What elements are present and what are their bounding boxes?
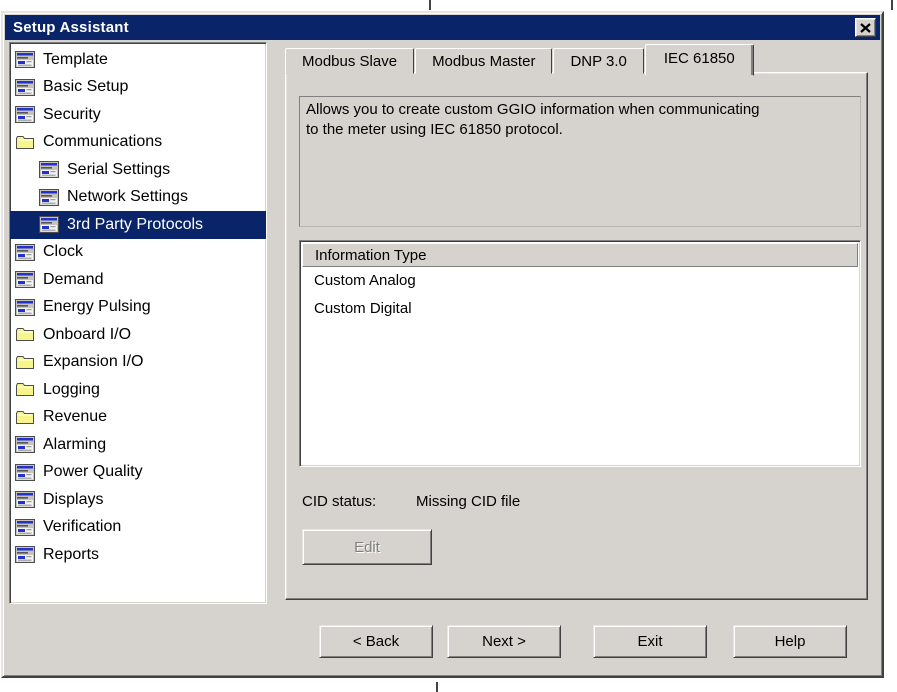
tree-item-label: Serial Settings xyxy=(67,160,171,178)
list-column-header[interactable]: Information Type xyxy=(302,243,858,267)
page-artifact-line-top-right xyxy=(891,0,893,10)
settings-sheet-icon xyxy=(15,51,35,69)
list-item-custom-analog[interactable]: Custom Analog xyxy=(302,267,858,295)
settings-sheet-icon xyxy=(15,78,35,96)
setup-tree: Template Basic Setup Security Communicat… xyxy=(9,42,267,604)
tab-iec-61850[interactable]: IEC 61850 xyxy=(644,44,754,76)
tree-item-label: Energy Pulsing xyxy=(43,298,151,316)
next-button[interactable]: Next > xyxy=(447,625,561,658)
settings-sheet-icon xyxy=(15,518,35,536)
folder-icon xyxy=(15,409,35,426)
tree-item-expansion-i-o[interactable]: Expansion I/O xyxy=(10,349,266,377)
cid-status-label: CID status: xyxy=(302,493,377,510)
tree-item-verification[interactable]: Verification xyxy=(10,514,266,542)
edit-button[interactable]: Edit xyxy=(302,529,432,565)
list-body: Custom Analog Custom Digital xyxy=(302,267,858,323)
tab-modbus-slave[interactable]: Modbus Slave xyxy=(285,48,415,74)
help-button[interactable]: Help xyxy=(733,625,847,658)
screenshot-canvas: { "window": { "title": "Setup Assistant"… xyxy=(0,0,897,692)
tree-item-label: Alarming xyxy=(43,435,107,453)
tree-item-energy-pulsing[interactable]: Energy Pulsing xyxy=(10,294,266,322)
close-icon xyxy=(860,22,871,33)
settings-sheet-icon xyxy=(15,546,35,564)
tree-item-label: Communications xyxy=(43,133,163,151)
tab-modbus-master[interactable]: Modbus Master xyxy=(415,48,553,74)
settings-sheet-icon xyxy=(15,491,35,509)
folder-icon xyxy=(15,381,35,398)
folder-icon xyxy=(15,354,35,371)
tree-item-template[interactable]: Template xyxy=(10,46,266,74)
page-artifact-line-bottom xyxy=(436,682,438,692)
tree-item-label: Basic Setup xyxy=(43,78,129,96)
tree-item-label: Verification xyxy=(43,518,122,536)
tree-item-power-quality[interactable]: Power Quality xyxy=(10,459,266,487)
exit-button[interactable]: Exit xyxy=(593,625,707,658)
tree-item-3rd-party-protocols[interactable]: 3rd Party Protocols xyxy=(10,211,266,239)
back-button[interactable]: < Back xyxy=(319,625,433,658)
tree-item-displays[interactable]: Displays xyxy=(10,486,266,514)
tree-item-label: Demand xyxy=(43,270,104,288)
tree-item-label: Onboard I/O xyxy=(43,325,132,343)
tree-item-demand[interactable]: Demand xyxy=(10,266,266,294)
tab-strip: Modbus Slave Modbus Master DNP 3.0 IEC 6185… xyxy=(285,42,755,76)
tree-item-label: Template xyxy=(43,50,108,68)
settings-sheet-icon xyxy=(15,106,35,124)
settings-sheet-icon xyxy=(39,161,59,179)
settings-sheet-icon xyxy=(15,436,35,454)
tree-item-clock[interactable]: Clock xyxy=(10,239,266,267)
cid-status-value: Missing CID file xyxy=(416,493,521,510)
tree-item-label: Power Quality xyxy=(43,463,143,481)
tree-item-label: Security xyxy=(43,105,101,123)
tree-item-serial-settings[interactable]: Serial Settings xyxy=(10,156,266,184)
list-item-custom-digital[interactable]: Custom Digital xyxy=(302,295,858,323)
settings-sheet-icon xyxy=(15,298,35,316)
tree-item-label: 3rd Party Protocols xyxy=(67,215,204,233)
tree-item-basic-setup[interactable]: Basic Setup xyxy=(10,74,266,102)
tree-item-alarming[interactable]: Alarming xyxy=(10,431,266,459)
settings-sheet-icon xyxy=(39,216,59,234)
setup-assistant-dialog: Setup Assistant Template Basic Setup Sec… xyxy=(1,11,884,678)
folder-icon xyxy=(15,134,35,151)
tree-item-security[interactable]: Security xyxy=(10,101,266,129)
page-artifact-line-top xyxy=(429,0,431,10)
information-type-list[interactable]: Information Type Custom Analog Custom Dig… xyxy=(299,240,861,467)
tree-item-communications[interactable]: Communications xyxy=(10,129,266,157)
tree-item-label: Expansion I/O xyxy=(43,353,144,371)
tree-item-onboard-i-o[interactable]: Onboard I/O xyxy=(10,321,266,349)
tree-item-label: Network Settings xyxy=(67,188,188,206)
tree-item-reports[interactable]: Reports xyxy=(10,541,266,569)
tree-item-label: Displays xyxy=(43,490,104,508)
description-box: Allows you to create custom GGIO informa… xyxy=(299,96,861,227)
tree-item-label: Logging xyxy=(43,380,100,398)
close-button[interactable] xyxy=(855,18,876,37)
tree-item-label: Revenue xyxy=(43,408,108,426)
tab-dnp-3-0[interactable]: DNP 3.0 xyxy=(553,48,644,74)
cid-status-row: CID status: Missing CID file xyxy=(286,493,867,513)
settings-sheet-icon xyxy=(15,463,35,481)
tree-item-network-settings[interactable]: Network Settings xyxy=(10,184,266,212)
folder-icon xyxy=(15,326,35,343)
tree-item-logging[interactable]: Logging xyxy=(10,376,266,404)
tree-item-revenue[interactable]: Revenue xyxy=(10,404,266,432)
settings-sheet-icon xyxy=(15,243,35,261)
tree-item-label: Clock xyxy=(43,243,84,261)
tab-panel-iec-61850: Allows you to create custom GGIO informa… xyxy=(285,72,868,600)
title-bar[interactable]: Setup Assistant xyxy=(5,15,880,40)
settings-sheet-icon xyxy=(39,188,59,206)
tree-item-label: Reports xyxy=(43,545,100,563)
settings-sheet-icon xyxy=(15,271,35,289)
window-title: Setup Assistant xyxy=(13,19,129,36)
